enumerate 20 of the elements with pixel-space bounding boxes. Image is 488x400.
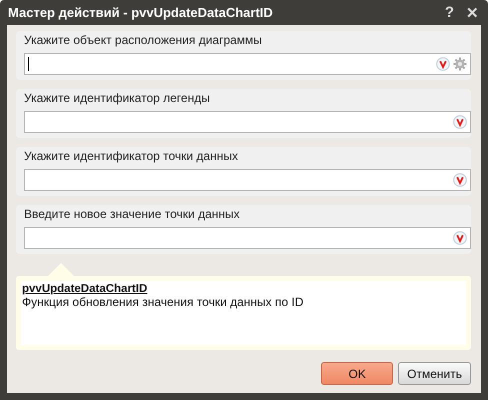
- validation-icon[interactable]: [453, 115, 467, 129]
- help-button[interactable]: ?: [442, 4, 456, 21]
- field-label: Укажите идентификатор точки данных: [24, 149, 239, 163]
- field-label: Укажите идентификатор легенды: [24, 91, 211, 105]
- validation-icon[interactable]: [436, 57, 450, 71]
- cancel-button[interactable]: Отменить: [398, 362, 471, 385]
- close-button[interactable]: ✕: [464, 4, 481, 22]
- input-field[interactable]: [24, 227, 471, 249]
- input-field[interactable]: [24, 169, 471, 191]
- function-name: pvvUpdateDataChartID: [22, 283, 148, 295]
- ok-button[interactable]: OK: [321, 362, 394, 385]
- input-field[interactable]: [24, 111, 471, 133]
- input-field[interactable]: [24, 53, 471, 75]
- field-label: Введите новое значение точки данных: [24, 207, 241, 221]
- field-label: Укажите объект расположения диаграммы: [24, 33, 263, 47]
- validation-icon[interactable]: [453, 231, 467, 245]
- window-title: Мастер действий - pvvUpdateDataChartID: [8, 5, 274, 20]
- function-description: Функция обновления значения точки данных по ID: [22, 295, 305, 309]
- settings-icon[interactable]: [453, 57, 467, 71]
- validation-icon[interactable]: [453, 173, 467, 187]
